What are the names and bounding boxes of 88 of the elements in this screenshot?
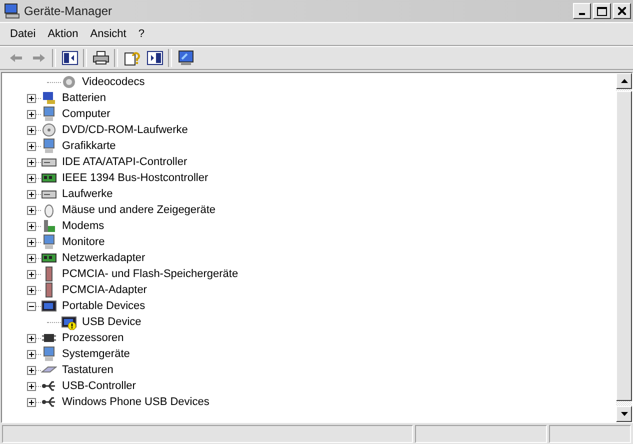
computer-icon xyxy=(41,234,57,250)
tree-item-label[interactable]: DVD/CD-ROM-Laufwerke xyxy=(62,124,188,136)
scroll-up-button[interactable] xyxy=(616,73,632,89)
tree-item-label[interactable]: USB-Controller xyxy=(62,380,136,392)
expand-toggle[interactable] xyxy=(27,110,36,118)
expand-toggle[interactable] xyxy=(27,334,36,342)
expand-toggle[interactable] xyxy=(27,254,36,262)
tree-item-label[interactable]: Windows Phone USB Devices xyxy=(62,396,210,408)
down-arrow-icon xyxy=(620,412,628,416)
expand-toggle[interactable] xyxy=(27,206,36,214)
plus-icon xyxy=(29,192,34,196)
plus-icon xyxy=(29,400,34,404)
disc-icon xyxy=(41,122,57,138)
menu-item[interactable]: Aktion xyxy=(42,26,84,42)
plus-icon xyxy=(29,176,34,180)
plus-icon xyxy=(29,224,34,228)
menu-item[interactable]: Ansicht xyxy=(84,26,132,42)
plus-icon xyxy=(29,160,34,164)
tree-item-label[interactable]: Computer xyxy=(62,108,110,120)
expand-toggle[interactable] xyxy=(27,238,36,246)
minimize-button[interactable] xyxy=(573,3,591,19)
tree-item-label[interactable]: Portable Devices xyxy=(62,300,146,312)
expand-toggle[interactable] xyxy=(27,158,36,166)
tree-item-label[interactable]: Modems xyxy=(62,220,104,232)
tree-item-label[interactable]: Laufwerke xyxy=(62,188,113,200)
computer-icon xyxy=(4,3,20,19)
split-pane-icon xyxy=(146,51,162,65)
minus-icon xyxy=(29,304,34,308)
window-title: Geräte-Manager xyxy=(24,4,114,18)
expand-toggle[interactable] xyxy=(27,126,36,134)
plus-icon xyxy=(29,336,34,340)
plus-icon xyxy=(29,272,34,276)
tree-item-label[interactable]: PCMCIA-Adapter xyxy=(62,284,147,296)
expand-toggle[interactable] xyxy=(27,174,36,182)
tree-item-label[interactable]: Tastaturen xyxy=(62,364,114,376)
plus-icon xyxy=(29,208,34,212)
plus-icon xyxy=(29,240,34,244)
plus-icon xyxy=(29,112,34,116)
split-pane-icon xyxy=(62,51,78,65)
expand-toggle[interactable] xyxy=(27,190,36,198)
maximize-icon xyxy=(597,6,607,16)
tree-item-label[interactable]: Grafikkarte xyxy=(62,140,116,152)
expand-toggle[interactable] xyxy=(27,142,36,150)
back-arrow-icon xyxy=(8,53,22,63)
tree-item-label[interactable]: Netzwerkadapter xyxy=(62,252,146,264)
plus-icon xyxy=(29,352,34,356)
computer-icon xyxy=(41,138,57,154)
maximize-button[interactable] xyxy=(593,3,611,19)
expand-toggle[interactable] xyxy=(27,222,36,230)
expand-toggle[interactable] xyxy=(27,350,36,358)
expand-toggle[interactable] xyxy=(27,366,36,374)
tree-item-label[interactable]: PCMCIA- und Flash-Speichergeräte xyxy=(62,268,238,280)
tree-item-label[interactable]: Systemgeräte xyxy=(62,348,130,360)
tree-item-label[interactable]: IDE ATA/ATAPI-Controller xyxy=(62,156,188,168)
close-icon xyxy=(618,7,626,15)
scroll-down-button[interactable] xyxy=(616,406,632,422)
plus-icon xyxy=(29,288,34,292)
up-arrow-icon xyxy=(620,79,628,83)
help-document-icon xyxy=(124,50,140,66)
menu-item[interactable]: Datei xyxy=(4,26,42,42)
battery-icon xyxy=(41,90,57,106)
expand-toggle[interactable] xyxy=(27,286,36,294)
expand-toggle[interactable] xyxy=(27,382,36,390)
expand-toggle[interactable] xyxy=(27,302,36,310)
plus-icon xyxy=(29,384,34,388)
menu-item[interactable]: ? xyxy=(132,26,150,42)
plus-icon xyxy=(29,128,34,132)
computer-icon xyxy=(41,106,57,122)
tree-item-label[interactable]: USB Device xyxy=(82,316,142,328)
plus-icon xyxy=(29,256,34,260)
forward-arrow-icon xyxy=(32,53,46,63)
plus-icon xyxy=(29,144,34,148)
tree-item-label[interactable]: Videocodecs xyxy=(82,76,145,88)
tree-item-label[interactable]: Prozessoren xyxy=(62,332,124,344)
tree-item-label[interactable]: Monitore xyxy=(62,236,105,248)
monitor-icon xyxy=(178,50,194,66)
plus-icon xyxy=(29,368,34,372)
expand-toggle[interactable] xyxy=(27,94,36,102)
device-icon xyxy=(41,298,57,314)
tree-item-label[interactable]: Mäuse und andere Zeigegeräte xyxy=(62,204,216,216)
printer-icon xyxy=(92,51,108,65)
tree-item-label[interactable]: Batterien xyxy=(62,92,106,104)
close-button[interactable] xyxy=(613,3,631,19)
plus-icon xyxy=(29,96,34,100)
computer-icon xyxy=(41,346,57,362)
tree-item-label[interactable]: IEEE 1394 Bus-Hostcontroller xyxy=(62,172,208,184)
expand-toggle[interactable] xyxy=(27,270,36,278)
expand-toggle[interactable] xyxy=(27,398,36,406)
